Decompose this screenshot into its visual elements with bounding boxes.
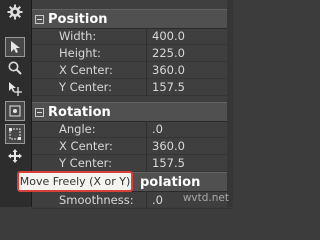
property-row[interactable]: Y Center: 157.5 [32, 155, 233, 172]
enable-rotation-icon[interactable] [5, 101, 25, 121]
collapse-toggle-icon[interactable] [35, 107, 44, 117]
property-value[interactable]: 225.0 [146, 45, 233, 61]
property-label: Width: [59, 29, 97, 43]
interpolation-section-title: polation [140, 174, 201, 190]
watermark: wvtd.net [182, 192, 229, 204]
property-label: X Center: [59, 63, 113, 77]
property-label: Smoothness: [59, 193, 134, 207]
property-value[interactable]: 400.0 [146, 28, 233, 44]
property-label: Angle: [59, 122, 96, 136]
property-label: Y Center: [59, 156, 113, 170]
enable-sizing-icon[interactable] [5, 124, 25, 144]
gear-icon[interactable] [5, 2, 25, 22]
position-section-header[interactable]: Position [32, 9, 233, 29]
property-row[interactable]: Angle: .0 [32, 121, 233, 138]
move-anchor-icon[interactable] [5, 79, 25, 99]
arrow-pointer-icon[interactable] [5, 37, 25, 57]
property-row[interactable]: Width: 400.0 [32, 28, 233, 45]
property-value[interactable]: .0 [146, 121, 233, 137]
rotation-section-header[interactable]: Rotation [32, 102, 233, 122]
position-section-title: Position [48, 11, 108, 27]
property-row[interactable]: X Center: 360.0 [32, 138, 233, 155]
collapse-toggle-icon[interactable] [35, 14, 44, 24]
property-label: Height: [59, 46, 101, 60]
property-row[interactable]: Y Center: 157.5 [32, 79, 233, 96]
property-value[interactable]: 360.0 [146, 62, 233, 78]
rotation-section-title: Rotation [48, 104, 111, 120]
tooltip: Move Freely (X or Y) [17, 171, 133, 192]
property-row[interactable]: Height: 225.0 [32, 45, 233, 62]
move-freely-icon[interactable] [5, 146, 25, 166]
vertical-scrollbar[interactable] [227, 0, 233, 207]
magnifier-icon[interactable] [5, 58, 25, 78]
property-row[interactable]: X Center: 360.0 [32, 62, 233, 79]
property-label: X Center: [59, 139, 113, 153]
property-value[interactable]: 157.5 [146, 155, 233, 171]
property-value[interactable]: 360.0 [146, 138, 233, 154]
property-label: Y Center: [59, 80, 113, 94]
property-value[interactable]: 157.5 [146, 79, 233, 95]
